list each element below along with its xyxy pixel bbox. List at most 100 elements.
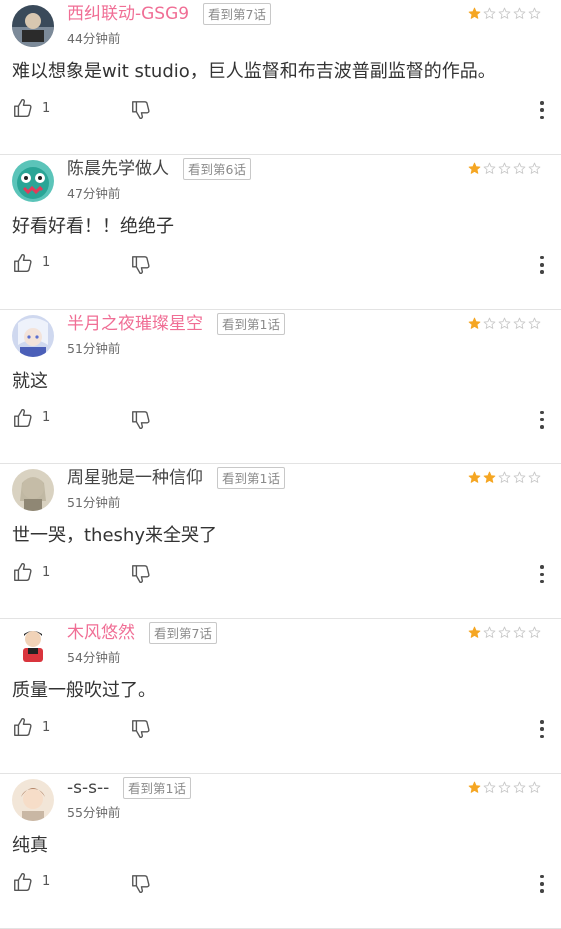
more-options-icon[interactable] xyxy=(539,410,545,429)
star-empty-icon xyxy=(498,7,511,20)
star-empty-icon xyxy=(498,626,511,639)
thumbs-down-icon xyxy=(130,409,152,431)
comment-timestamp: 44分钟前 xyxy=(67,31,121,46)
review-text: 好看好看！！绝绝子 xyxy=(12,215,174,237)
review-item: 陈晨先学做人 看到第6话 47分钟前 好看好看！！绝绝子 1 xyxy=(0,155,561,310)
like-button[interactable]: 1 xyxy=(12,97,50,119)
avatar[interactable] xyxy=(12,314,54,357)
thumbs-down-icon xyxy=(130,254,152,276)
star-empty-icon xyxy=(483,317,496,330)
avatar[interactable] xyxy=(12,624,54,667)
username[interactable]: 周星驰是一种信仰 xyxy=(67,467,203,489)
avatar[interactable] xyxy=(12,5,54,47)
rating-stars xyxy=(468,471,541,484)
thumbs-up-icon xyxy=(12,97,34,119)
star-empty-icon xyxy=(513,626,526,639)
rating-stars xyxy=(468,7,541,20)
like-count: 1 xyxy=(42,410,51,426)
star-filled-icon xyxy=(468,781,481,794)
like-count: 1 xyxy=(42,874,51,890)
more-options-icon[interactable] xyxy=(539,101,545,119)
comment-timestamp: 51分钟前 xyxy=(67,340,121,356)
star-empty-icon xyxy=(483,626,496,639)
star-empty-icon xyxy=(483,781,496,794)
star-empty-icon xyxy=(498,162,511,175)
like-count: 1 xyxy=(42,255,51,271)
thumbs-up-icon xyxy=(12,716,34,738)
star-empty-icon xyxy=(528,7,541,20)
like-count: 1 xyxy=(42,564,51,580)
dislike-button[interactable] xyxy=(130,409,152,431)
star-empty-icon xyxy=(498,471,511,484)
star-empty-icon xyxy=(528,626,541,639)
star-filled-icon xyxy=(468,471,481,484)
review-item: 半月之夜璀璨星空 看到第1话 51分钟前就这 1 xyxy=(0,310,561,465)
rating-stars xyxy=(468,162,541,175)
star-filled-icon xyxy=(468,162,481,175)
more-options-icon[interactable] xyxy=(539,874,545,893)
star-empty-icon xyxy=(528,162,541,175)
comment-timestamp: 54分钟前 xyxy=(67,650,121,666)
more-options-icon[interactable] xyxy=(539,720,545,739)
star-empty-icon xyxy=(528,781,541,794)
username[interactable]: 西纠联动-GSG9 xyxy=(67,3,189,25)
rating-stars xyxy=(468,781,541,794)
star-empty-icon xyxy=(483,162,496,175)
thumbs-down-icon xyxy=(130,873,152,895)
review-item: 木风悠然 看到第7话 54分钟前质量一般吹过了。 1 xyxy=(0,619,561,774)
more-options-icon[interactable] xyxy=(539,565,545,584)
thumbs-up-icon xyxy=(12,252,34,274)
like-button[interactable]: 1 xyxy=(12,871,50,893)
star-empty-icon xyxy=(528,471,541,484)
episode-progress-badge: 看到第1话 xyxy=(217,467,285,490)
avatar[interactable] xyxy=(12,778,54,821)
like-button[interactable]: 1 xyxy=(12,716,50,738)
like-button[interactable]: 1 xyxy=(12,407,50,429)
dislike-button[interactable] xyxy=(130,254,152,276)
episode-progress-badge: 看到第1话 xyxy=(217,312,285,335)
review-text: 就这 xyxy=(12,370,48,392)
star-filled-icon xyxy=(468,317,481,330)
comment-timestamp: 55分钟前 xyxy=(67,804,121,820)
star-empty-icon xyxy=(528,317,541,330)
thumbs-up-icon xyxy=(12,407,34,429)
review-text: 纯真 xyxy=(12,834,48,856)
like-button[interactable]: 1 xyxy=(12,561,50,583)
star-empty-icon xyxy=(513,7,526,20)
star-empty-icon xyxy=(513,317,526,330)
dislike-button[interactable] xyxy=(130,99,152,121)
thumbs-down-icon xyxy=(130,718,152,740)
star-empty-icon xyxy=(483,7,496,20)
dislike-button[interactable] xyxy=(130,873,152,895)
username[interactable]: 半月之夜璀璨星空 xyxy=(67,313,203,335)
episode-progress-badge: 看到第1话 xyxy=(123,776,191,799)
avatar[interactable] xyxy=(12,159,54,202)
more-options-icon[interactable] xyxy=(539,255,545,274)
like-button[interactable]: 1 xyxy=(12,252,50,274)
review-text: 难以想象是wit studio，巨人监督和布吉波普副监督的作品。 xyxy=(12,61,496,82)
episode-progress-badge: 看到第7话 xyxy=(203,3,271,25)
like-count: 1 xyxy=(42,719,51,735)
like-count: 1 xyxy=(42,100,51,116)
username[interactable]: -s-s-- xyxy=(67,777,109,799)
review-text: 世一哭，theshy来全哭了 xyxy=(12,525,217,547)
star-filled-icon xyxy=(483,471,496,484)
star-filled-icon xyxy=(468,7,481,20)
review-list: 西纠联动-GSG9 看到第7话 44分钟前难以想象是wit studio，巨人监督和… xyxy=(0,0,561,929)
star-empty-icon xyxy=(513,781,526,794)
comment-timestamp: 51分钟前 xyxy=(67,495,121,511)
star-empty-icon xyxy=(498,317,511,330)
star-empty-icon xyxy=(513,162,526,175)
episode-progress-badge: 看到第6话 xyxy=(183,157,251,180)
dislike-button[interactable] xyxy=(130,718,152,740)
avatar[interactable] xyxy=(12,469,54,512)
thumbs-up-icon xyxy=(12,871,34,893)
thumbs-up-icon xyxy=(12,561,34,583)
star-filled-icon xyxy=(468,626,481,639)
username[interactable]: 木风悠然 xyxy=(67,622,135,644)
review-text: 质量一般吹过了。 xyxy=(12,680,156,702)
dislike-button[interactable] xyxy=(130,563,152,585)
review-item: 西纠联动-GSG9 看到第7话 44分钟前难以想象是wit studio，巨人监督和… xyxy=(0,0,561,155)
episode-progress-badge: 看到第7话 xyxy=(149,622,217,645)
username[interactable]: 陈晨先学做人 xyxy=(67,158,169,180)
